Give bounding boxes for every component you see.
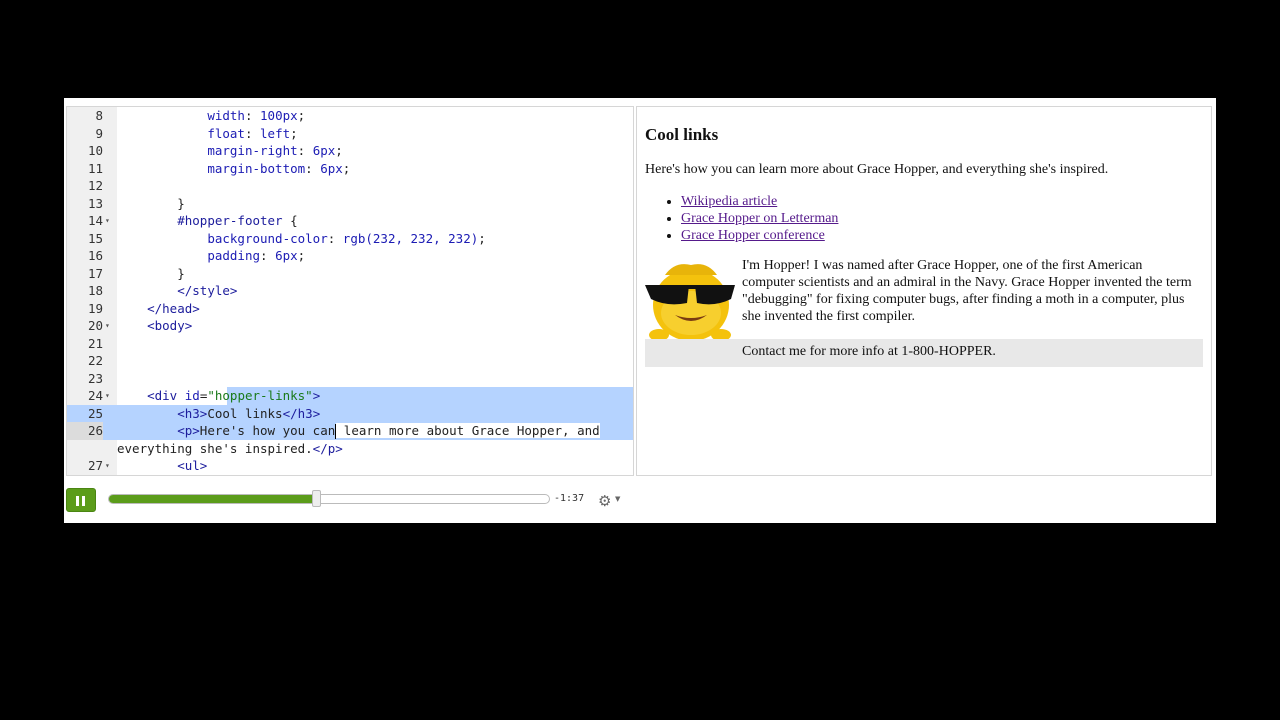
- line-number: 24: [87, 388, 103, 403]
- line-number: 8: [95, 108, 103, 123]
- line-number: 11: [87, 160, 103, 176]
- line-number: 10: [87, 143, 103, 158]
- line-number: 12: [87, 178, 103, 193]
- link-letterman[interactable]: Grace Hopper on Letterman: [681, 211, 838, 226]
- code-line[interactable]: everything she's inspired.</p>: [67, 440, 633, 458]
- code-line[interactable]: 26 <p>Here's how you can learn more abou…: [67, 422, 633, 440]
- code-line[interactable]: 17 }: [67, 265, 633, 283]
- list-item: Grace Hopper on Letterman: [681, 210, 838, 227]
- code-text: float: left;: [207, 125, 298, 141]
- line-number: 20: [87, 318, 103, 333]
- preview-heading: Cool links: [645, 125, 719, 144]
- code-line[interactable]: 14 ▾ #hopper-footer {: [67, 212, 633, 230]
- pause-icon: [82, 496, 85, 506]
- code-line[interactable]: 24 ▾ <div id="hopper-links">: [67, 387, 633, 405]
- code-line[interactable]: 12: [67, 177, 633, 195]
- line-number: 14: [87, 213, 103, 228]
- hopper-footer: Contact me for more info at 1-800-HOPPER…: [645, 339, 1203, 367]
- pause-icon: [76, 496, 79, 506]
- line-number: 13: [87, 195, 103, 211]
- fold-arrow-icon[interactable]: ▾: [105, 457, 110, 475]
- code-text: #hopper-footer {: [177, 213, 298, 228]
- code-line[interactable]: 18 </style>: [67, 282, 633, 300]
- fold-arrow-icon[interactable]: ▾: [105, 387, 110, 405]
- time-remaining: -1:37: [554, 493, 585, 504]
- code-text: margin-right: 6px;: [207, 143, 343, 158]
- gear-icon[interactable]: ⚙: [598, 492, 611, 510]
- code-line[interactable]: 9 float: left;: [67, 125, 633, 143]
- code-editor[interactable]: 8 width: 100px; 9 float: left; 10 margin-r…: [66, 106, 634, 476]
- code-text: <h3>Cool links</h3>: [177, 405, 321, 421]
- screen-frame: 8 width: 100px; 9 float: left; 10 margin-r…: [64, 98, 1216, 523]
- code-text: <div id="hopper-links">: [147, 388, 321, 403]
- code-line[interactable]: 15 background-color: rgb(232, 232, 232);: [67, 230, 633, 248]
- code-line[interactable]: 25 <h3>Cool links</h3>: [67, 404, 633, 422]
- chevron-down-icon[interactable]: ▼: [615, 495, 620, 503]
- code-line[interactable]: 22: [67, 352, 633, 370]
- code-text: margin-bottom: 6px;: [207, 160, 351, 176]
- progress-handle[interactable]: [311, 490, 321, 507]
- code-line[interactable]: 19 </head>: [67, 300, 633, 318]
- line-number: 19: [87, 300, 103, 316]
- progress-fill: [109, 495, 316, 503]
- line-number: 16: [87, 248, 103, 263]
- line-number: 21: [87, 335, 103, 351]
- code-text: </head>: [147, 300, 200, 316]
- code-text: }: [117, 195, 185, 211]
- code-line[interactable]: 23: [67, 370, 633, 388]
- player-controls: -1:37 ⚙ ▼: [64, 486, 1216, 516]
- code-line[interactable]: 11 margin-bottom: 6px;: [67, 160, 633, 178]
- hopper-avatar: [645, 264, 735, 341]
- fold-arrow-icon[interactable]: ▾: [105, 212, 110, 230]
- line-number: 23: [87, 370, 103, 386]
- code-text: <p>Here's how you can learn more about G…: [177, 423, 600, 439]
- code-line[interactable]: 21: [67, 335, 633, 353]
- code-line[interactable]: 20 ▾ <body>: [67, 317, 633, 335]
- code-text: <ul>: [177, 458, 208, 473]
- code-text-rest: learn more about Grace Hopper, and: [336, 423, 600, 438]
- code-line[interactable]: 16 padding: 6px;: [67, 247, 633, 265]
- fold-arrow-icon[interactable]: ▾: [105, 317, 110, 335]
- code-line[interactable]: 8 width: 100px;: [67, 107, 633, 125]
- code-text: everything she's inspired.</p>: [117, 440, 343, 456]
- list-item: Wikipedia article: [681, 193, 838, 210]
- footer-text: Contact me for more info at 1-800-HOPPER…: [742, 344, 996, 359]
- code-text: <body>: [147, 318, 193, 333]
- code-text: }: [117, 265, 185, 281]
- preview-intro: Here's how you can learn more about Grac…: [645, 162, 1109, 177]
- list-item: Grace Hopper conference: [681, 227, 838, 244]
- code-line[interactable]: 10 margin-right: 6px;: [67, 142, 633, 160]
- line-number: 25: [87, 405, 103, 421]
- progress-track[interactable]: [108, 494, 550, 504]
- code-line[interactable]: 27 ▾ <ul>: [67, 457, 633, 475]
- links-list: Wikipedia article Grace Hopper on Letter…: [645, 193, 838, 244]
- code-line[interactable]: 13 }: [67, 195, 633, 213]
- link-conference[interactable]: Grace Hopper conference: [681, 228, 825, 243]
- line-number: 27: [87, 458, 103, 473]
- line-number: 18: [87, 283, 103, 298]
- line-number: 9: [95, 125, 103, 141]
- preview-pane: Cool links Here's how you can learn more…: [636, 106, 1212, 476]
- code-text: padding: 6px;: [207, 248, 306, 263]
- line-number: 22: [87, 353, 103, 368]
- code-text: </style>: [177, 283, 238, 298]
- line-number: 17: [87, 265, 103, 281]
- pause-button[interactable]: [66, 488, 96, 512]
- hopper-bio: I'm Hopper! I was named after Grace Hopp…: [742, 258, 1192, 324]
- line-number: 26: [67, 422, 103, 440]
- code-text: width: 100px;: [207, 108, 306, 123]
- code-text: background-color: rgb(232, 232, 232);: [207, 230, 486, 246]
- line-number: 15: [87, 230, 103, 246]
- code-lines[interactable]: 8 width: 100px; 9 float: left; 10 margin-r…: [67, 107, 633, 475]
- link-wikipedia[interactable]: Wikipedia article: [681, 194, 777, 209]
